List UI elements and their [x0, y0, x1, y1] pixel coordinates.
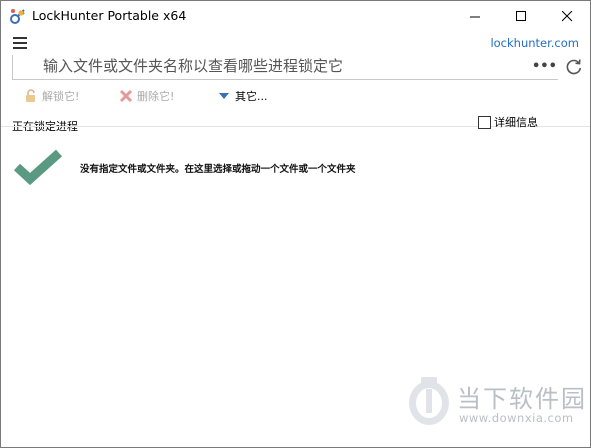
triangle-down-icon	[217, 89, 231, 103]
menu-line	[13, 37, 27, 39]
delete-x-icon	[119, 89, 133, 103]
maximize-icon	[515, 10, 526, 21]
watermark-url: www.downxia.com	[459, 411, 574, 425]
menu-line	[13, 42, 27, 44]
path-input[interactable]	[43, 55, 523, 77]
title-bar[interactable]: LockHunter Portable x64	[1, 1, 590, 31]
watermark-name: 当下软件园	[457, 385, 587, 413]
unlock-label: 解锁它!	[42, 90, 80, 103]
minimize-icon	[469, 16, 480, 17]
path-input-container	[12, 55, 558, 80]
delete-button[interactable]: 删除它!	[119, 88, 174, 104]
checkbox-box[interactable]	[478, 115, 491, 129]
window-title: LockHunter Portable x64	[32, 8, 187, 23]
hamburger-menu-icon[interactable]	[13, 37, 27, 49]
browse-button[interactable]: •••	[532, 59, 557, 75]
padlock-icon	[24, 89, 38, 103]
details-checkbox-label: 详细信息	[494, 116, 538, 129]
close-icon	[561, 10, 572, 21]
maximize-button[interactable]	[498, 1, 544, 31]
delete-label: 删除它!	[137, 90, 175, 103]
other-dropdown-button[interactable]: 其它...	[217, 88, 268, 104]
close-button[interactable]	[544, 1, 590, 31]
refresh-icon	[566, 59, 582, 75]
checkmark-icon	[13, 147, 63, 187]
menu-line	[13, 47, 27, 49]
minimize-button[interactable]	[452, 1, 498, 31]
watermark-logo-icon	[405, 375, 453, 427]
lockhunter-site-link[interactable]: lockhunter.com	[490, 36, 579, 50]
status-message: 没有指定文件或文件夹。在这里选择或拖动一个文件或一个文件夹	[80, 164, 356, 175]
details-checkbox[interactable]: 详细信息	[478, 114, 538, 130]
refresh-button[interactable]	[564, 57, 584, 77]
other-label: 其它...	[235, 90, 268, 103]
lockhunter-app-icon	[9, 7, 27, 25]
app-window: LockHunter Portable x64 lockhunter.com •…	[0, 0, 591, 448]
unlock-button[interactable]: 解锁它!	[24, 88, 79, 104]
